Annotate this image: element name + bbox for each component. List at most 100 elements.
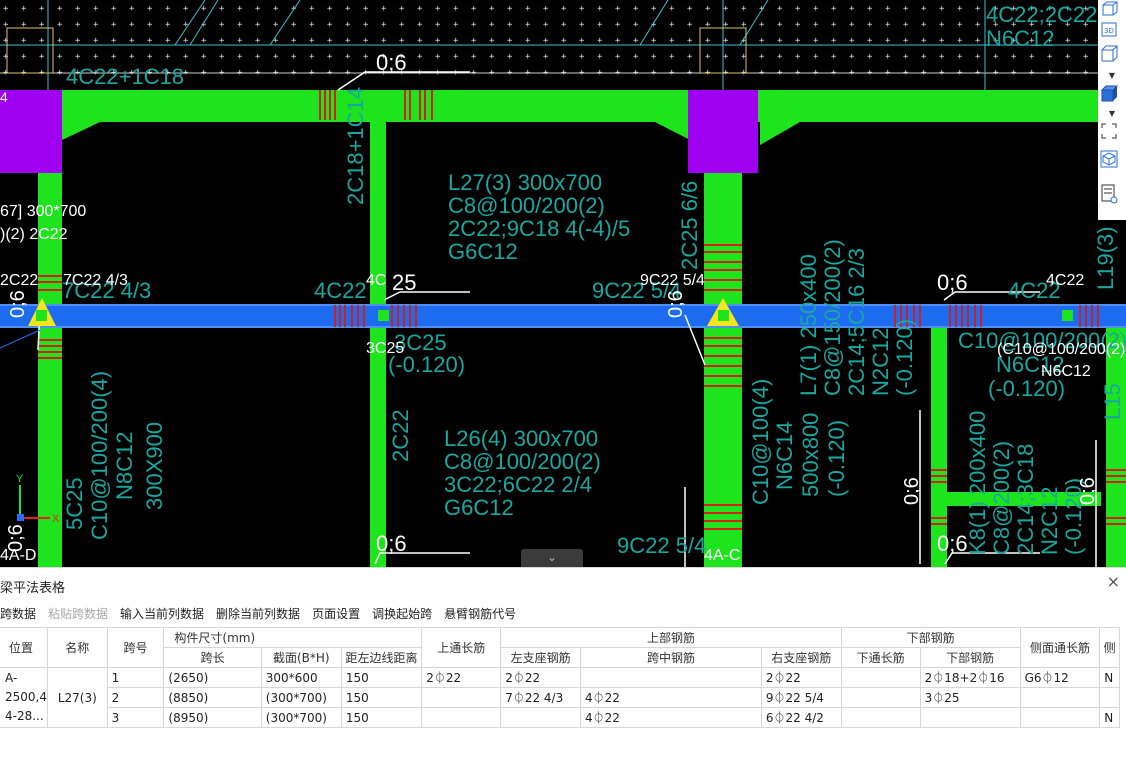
col-header[interactable]: 右支座钢筋 <box>760 647 842 668</box>
table-cell[interactable]: 1 <box>106 667 165 688</box>
cad-canvas[interactable]: + <box>0 0 1126 567</box>
col-header[interactable]: 跨长 <box>163 647 262 668</box>
table-cell[interactable] <box>421 687 502 708</box>
cad-text-vertical: K8(1) 200x400 <box>965 411 990 555</box>
table-cell[interactable]: 2⏀18+2⏀16 <box>919 667 1021 688</box>
3d-view-icon[interactable]: 3D <box>1100 20 1124 42</box>
table-cell[interactable]: 150 <box>340 707 423 728</box>
toolbar-delete-column[interactable]: 删除当前列数据 <box>216 605 300 622</box>
cad-text-vertical: (-0.120) <box>824 420 849 497</box>
cad-text: 4C22+1C18 <box>66 64 184 89</box>
3d-label: 3D <box>1104 27 1114 35</box>
toolbar-cantilever-code[interactable]: 悬臂钢筋代号 <box>444 605 516 622</box>
grip-square[interactable] <box>718 310 729 321</box>
col-header[interactable]: 跨中钢筋 <box>580 647 762 668</box>
table-cell-name[interactable]: L27(3) <box>47 667 108 728</box>
properties-icon[interactable] <box>1100 184 1124 206</box>
toolbar-page-setup[interactable]: 页面设置 <box>312 605 360 622</box>
cube-solid-icon[interactable] <box>1100 84 1124 106</box>
table-cell[interactable]: 9⏀22 5/4 <box>760 687 842 708</box>
table-cell[interactable]: 2⏀22 <box>760 667 842 688</box>
cad-text-vertical: 5C25 <box>62 477 87 530</box>
haunch <box>62 122 100 140</box>
col-header[interactable]: 下通长筋 <box>840 647 921 668</box>
cad-text-vertical: L7(1) 250x400 <box>796 254 821 396</box>
chevron-down-icon[interactable]: ▼ <box>1100 106 1124 120</box>
table-cell[interactable] <box>919 707 1021 728</box>
selected-beam[interactable] <box>0 304 1126 328</box>
col-header[interactable]: 侧 <box>1099 627 1120 668</box>
selection-box-icon[interactable] <box>1100 122 1124 144</box>
panel-expand-handle[interactable]: ⌄ <box>521 549 583 567</box>
table-cell[interactable]: N <box>1099 667 1120 688</box>
ucs-line <box>0 329 41 349</box>
table-cell[interactable]: 2⏀22 <box>421 667 502 688</box>
table-cell[interactable]: 2 <box>106 687 165 708</box>
toolbar-input-column[interactable]: 输入当前列数据 <box>120 605 204 622</box>
grip-square[interactable] <box>36 310 47 321</box>
beam-col-edge[interactable] <box>1106 325 1126 567</box>
table-cell[interactable]: G6⏀12 <box>1019 667 1101 688</box>
column-mid[interactable] <box>688 90 758 173</box>
column-left[interactable] <box>0 90 62 173</box>
beam-col-main[interactable] <box>704 122 742 567</box>
beam-col-left[interactable] <box>38 122 62 567</box>
table-cell[interactable]: 7⏀22 4/3 <box>500 687 582 708</box>
grip-square[interactable] <box>378 310 389 321</box>
table-cell[interactable]: (8850) <box>163 687 262 708</box>
chevron-down-icon[interactable]: ▼ <box>1100 68 1124 82</box>
toolbar-span-data[interactable]: 跨数据 <box>0 605 36 622</box>
table-cell[interactable] <box>1019 707 1101 728</box>
toolbar-swap-start-span[interactable]: 调换起始跨 <box>372 605 432 622</box>
overlay-text: 4C <box>366 272 386 289</box>
table-cell[interactable]: N <box>1099 707 1120 728</box>
col-header[interactable]: 名称 <box>47 627 108 668</box>
table-cell[interactable] <box>580 667 762 688</box>
table-cell[interactable]: 2⏀22 <box>500 667 582 688</box>
table-cell[interactable] <box>1019 687 1101 708</box>
overlay-text: 0;6 <box>376 50 407 75</box>
col-header[interactable]: 上通长筋 <box>421 627 502 668</box>
table-cell[interactable]: (300*700) <box>260 707 342 728</box>
cube-wire-icon[interactable] <box>1100 0 1124 22</box>
table-cell[interactable]: 4⏀22 <box>580 687 762 708</box>
table-cell[interactable]: 300*600 <box>260 667 342 688</box>
table-cell[interactable]: 3⏀25 <box>919 687 1021 708</box>
table-cell[interactable]: 150 <box>340 687 423 708</box>
table-cell[interactable] <box>840 687 921 708</box>
table-cell[interactable] <box>500 707 582 728</box>
table-cell[interactable]: (300*700) <box>260 687 342 708</box>
col-header[interactable]: 下部钢筋 <box>919 647 1021 668</box>
table-cell[interactable]: 150 <box>340 667 423 688</box>
table-cell[interactable] <box>421 707 502 728</box>
overlay-text: 0;6 <box>376 531 407 556</box>
beam-top[interactable] <box>0 90 1100 122</box>
cad-drawing[interactable]: + <box>0 0 1126 567</box>
cad-text-vertical: C8@200(2) <box>989 441 1014 555</box>
table-cell[interactable]: 6⏀22 4/2 <box>760 707 842 728</box>
col-header[interactable]: 侧面通长筋 <box>1019 627 1101 668</box>
haunch <box>760 122 800 145</box>
table-cell[interactable]: (8950) <box>163 707 262 728</box>
grip-square[interactable] <box>1062 310 1073 321</box>
col-header[interactable]: 位置 <box>0 627 48 668</box>
view-cube-icon[interactable] <box>1100 150 1124 172</box>
beam-table-panel: 梁平法表格 × 跨数据 粘贴跨数据 输入当前列数据 删除当前列数据 页面设置 调换起始跨悬… <box>0 567 1126 773</box>
table-cell[interactable] <box>1099 687 1120 708</box>
table-cell[interactable] <box>840 667 921 688</box>
position-line: A- <box>5 671 18 685</box>
col-header[interactable]: 左支座钢筋 <box>500 647 582 668</box>
table-cell[interactable]: 4⏀22 <box>580 707 762 728</box>
table-cell[interactable] <box>840 707 921 728</box>
overlay-text: 3C25 <box>366 340 404 357</box>
cad-text-vertical: 500x800 <box>798 413 823 497</box>
table-cell-position[interactable]: A- 2500,4 4-28... <box>0 667 48 728</box>
col-header[interactable]: 截面(B*H) <box>260 647 342 668</box>
table-cell[interactable]: (2650) <box>163 667 262 688</box>
cube-outline-icon[interactable] <box>1100 44 1124 66</box>
col-header[interactable]: 距左边线距离 <box>340 647 423 668</box>
col-header[interactable]: 跨号 <box>106 627 165 668</box>
close-icon[interactable]: × <box>1107 574 1120 590</box>
table-row: A- 2500,4 4-28... L27(3) 1 (2650) 300*60… <box>0 667 1120 728</box>
table-cell[interactable]: 3 <box>106 707 165 728</box>
